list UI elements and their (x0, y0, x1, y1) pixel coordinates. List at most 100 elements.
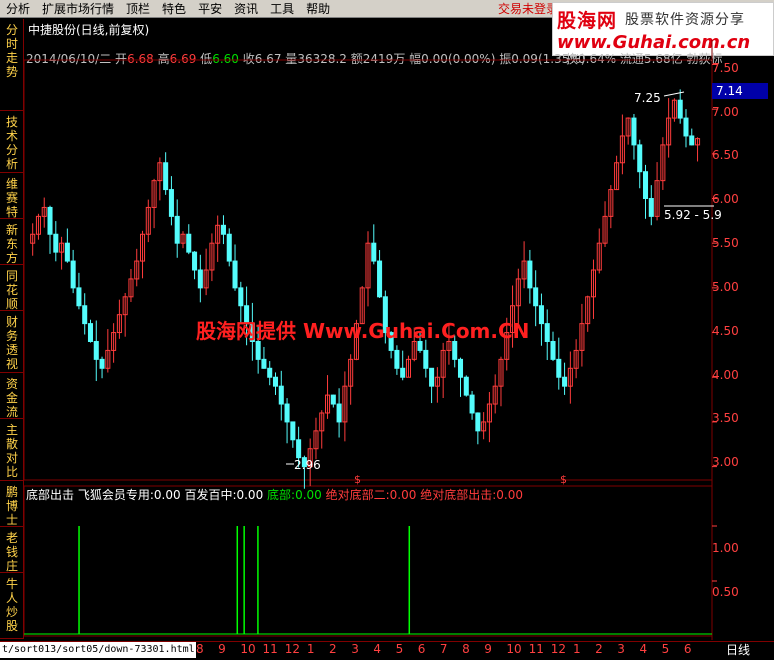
candle-body (76, 287, 82, 307)
candle-body (232, 260, 238, 289)
candle-body (457, 358, 464, 378)
ytick-750: 7.50 (712, 61, 739, 75)
candle-body (87, 323, 94, 342)
date-tick: 3 (617, 642, 625, 656)
status-url[interactable]: t/sort013/sort05/down-73301.html (0, 642, 196, 658)
candle-body (642, 171, 649, 200)
candle-body (637, 144, 643, 173)
candle-body (163, 162, 169, 191)
date-tick: 6 (683, 642, 692, 656)
candle-body (400, 367, 406, 378)
menu-tools[interactable]: 工具 (264, 0, 300, 18)
menu-analysis[interactable]: 分析 (0, 0, 36, 18)
candle-body (267, 367, 273, 378)
date-tick: 7 (439, 642, 448, 656)
candle-body (174, 215, 180, 244)
menu-help[interactable]: 帮助 (300, 0, 336, 18)
candle-body (290, 421, 296, 441)
side-tab-main-vs-retail[interactable]: 主散对比 (0, 419, 24, 481)
side-tab-laoqianzhuang[interactable]: 老钱庄 (0, 527, 24, 573)
date-tick: 12 (284, 642, 300, 656)
date-tick: 3 (351, 642, 359, 656)
ytick-450: 4.50 (712, 324, 739, 338)
candle-body (192, 251, 198, 271)
period-label[interactable]: 日线 (726, 641, 750, 659)
candle-body (261, 358, 267, 369)
candle-body (93, 340, 99, 360)
date-tick: 2 (595, 642, 603, 656)
ytick-700: 7.00 (712, 105, 739, 119)
marker-dollar-2: $ (560, 473, 567, 486)
date-tick: 10 (240, 642, 256, 656)
ytick-350: 3.50 (712, 411, 739, 425)
candle-body (284, 403, 290, 423)
candle-body (538, 305, 544, 325)
date-tick: 1 (306, 642, 315, 656)
side-tab-niuren[interactable]: 牛人炒股 (0, 573, 24, 639)
side-tab-intraday[interactable]: 分时走势 (0, 19, 24, 111)
date-tick: 5 (395, 642, 404, 656)
indicator-name[interactable]: 底部出击 (26, 488, 74, 502)
candle-body (452, 340, 458, 360)
side-tab-finance[interactable]: 财务透视 (0, 311, 24, 373)
date-tick: 5 (661, 642, 670, 656)
annotation-low: 2.96 (294, 458, 321, 472)
date-axis: 8 9 10 11 12 1 2 3 4 5 6 7 8 9 10 11 12 1 2 3 4 5 6 (196, 642, 716, 658)
logo-name: 股海网 (557, 10, 618, 32)
right-edge-panel (768, 58, 774, 638)
candle-body (296, 439, 302, 459)
menu-topbar[interactable]: 顶栏 (120, 0, 156, 18)
side-tab-technical[interactable]: 技术分析 (0, 111, 24, 173)
candle-body (648, 198, 654, 217)
ytick-300: 3.00 (712, 455, 739, 469)
ytick-600: 6.00 (712, 192, 739, 206)
ind-p2-value: 0.00 (236, 488, 264, 502)
indicator-panel-frame (24, 485, 713, 637)
ind-p3-label: 底部: (267, 488, 296, 502)
candle-body (423, 349, 429, 369)
side-tab-capital-flow[interactable]: 资金流 (0, 373, 24, 419)
date-tick: 6 (417, 642, 426, 656)
ytick-500: 5.00 (712, 280, 739, 294)
side-tab-pengboshi[interactable]: 鹏博士 (0, 481, 24, 527)
side-tab-xindongfang[interactable]: 新东方 (0, 219, 24, 265)
candle-body (631, 117, 637, 146)
candle-body (429, 367, 435, 387)
price-axis: 7.50 7.00 6.50 6.00 5.50 5.00 4.50 4.00 … (712, 58, 768, 638)
ind-p3-value: 0.00 (295, 488, 322, 502)
date-tick: 2 (329, 642, 337, 656)
candle-body (336, 403, 342, 423)
candle-body (550, 340, 556, 360)
candle-body (677, 99, 683, 119)
ind-ytick-100: 1.00 (712, 541, 739, 555)
kline-chart[interactable]: 7.25 2.96 5.92 - 5.9 $ $ 股海网提供 Www.Guhai… (24, 40, 768, 640)
ind-p1-value: 0.00 (153, 488, 181, 502)
side-tab-weisaite[interactable]: 维赛特 (0, 173, 24, 219)
date-tick: 9 (218, 642, 226, 656)
candle-body (683, 117, 689, 137)
candle-body (255, 340, 261, 360)
candle-body (70, 260, 76, 289)
chart-annotations: 7.25 2.96 5.92 - 5.9 $ $ 股海网提供 Www.Guhai… (196, 91, 722, 486)
ind-p2-label: 百发百中: (184, 488, 237, 502)
candle-body (168, 189, 174, 217)
candle-body (463, 376, 469, 396)
ind-p5-label: 绝对底部出击: (420, 488, 497, 502)
candle-body (226, 233, 232, 262)
side-tab-tonghuashun[interactable]: 同花顺 (0, 265, 24, 311)
menu-news[interactable]: 资讯 (228, 0, 264, 18)
date-tick: 4 (373, 642, 382, 656)
candle-body (64, 242, 70, 262)
menu-pingan[interactable]: 平安 (192, 0, 228, 18)
indicator-bars (24, 525, 717, 635)
menu-features[interactable]: 特色 (156, 0, 192, 18)
candle-body (475, 412, 481, 432)
annotation-high: 7.25 (634, 91, 661, 105)
trade-login-hint[interactable]: 交易未登录 (498, 0, 558, 18)
date-tick: 4 (639, 642, 648, 656)
candle-body (197, 269, 203, 289)
date-tick: 1 (572, 642, 581, 656)
ind-p5-value: 0.00 (496, 488, 523, 502)
menu-extended-market[interactable]: 扩展市场行情 (36, 0, 120, 18)
candle-body (278, 385, 284, 405)
